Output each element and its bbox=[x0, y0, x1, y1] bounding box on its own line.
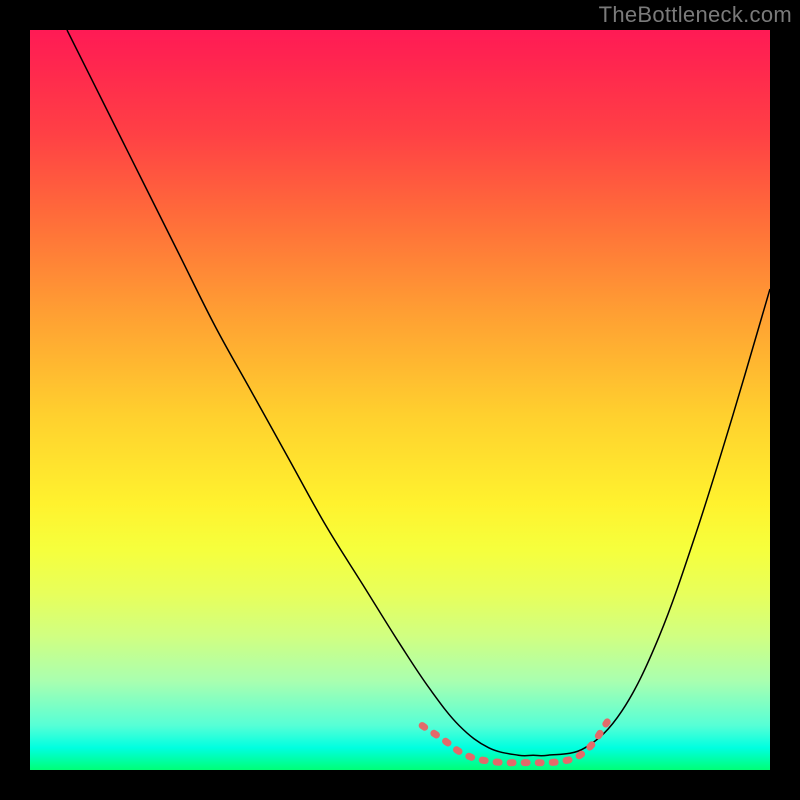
curve-layer bbox=[30, 30, 770, 770]
watermark-text: TheBottleneck.com bbox=[599, 2, 792, 28]
black-curve bbox=[67, 30, 770, 756]
plot-area bbox=[30, 30, 770, 770]
chart-frame: TheBottleneck.com bbox=[0, 0, 800, 800]
pink-bottom-segment bbox=[422, 722, 607, 763]
